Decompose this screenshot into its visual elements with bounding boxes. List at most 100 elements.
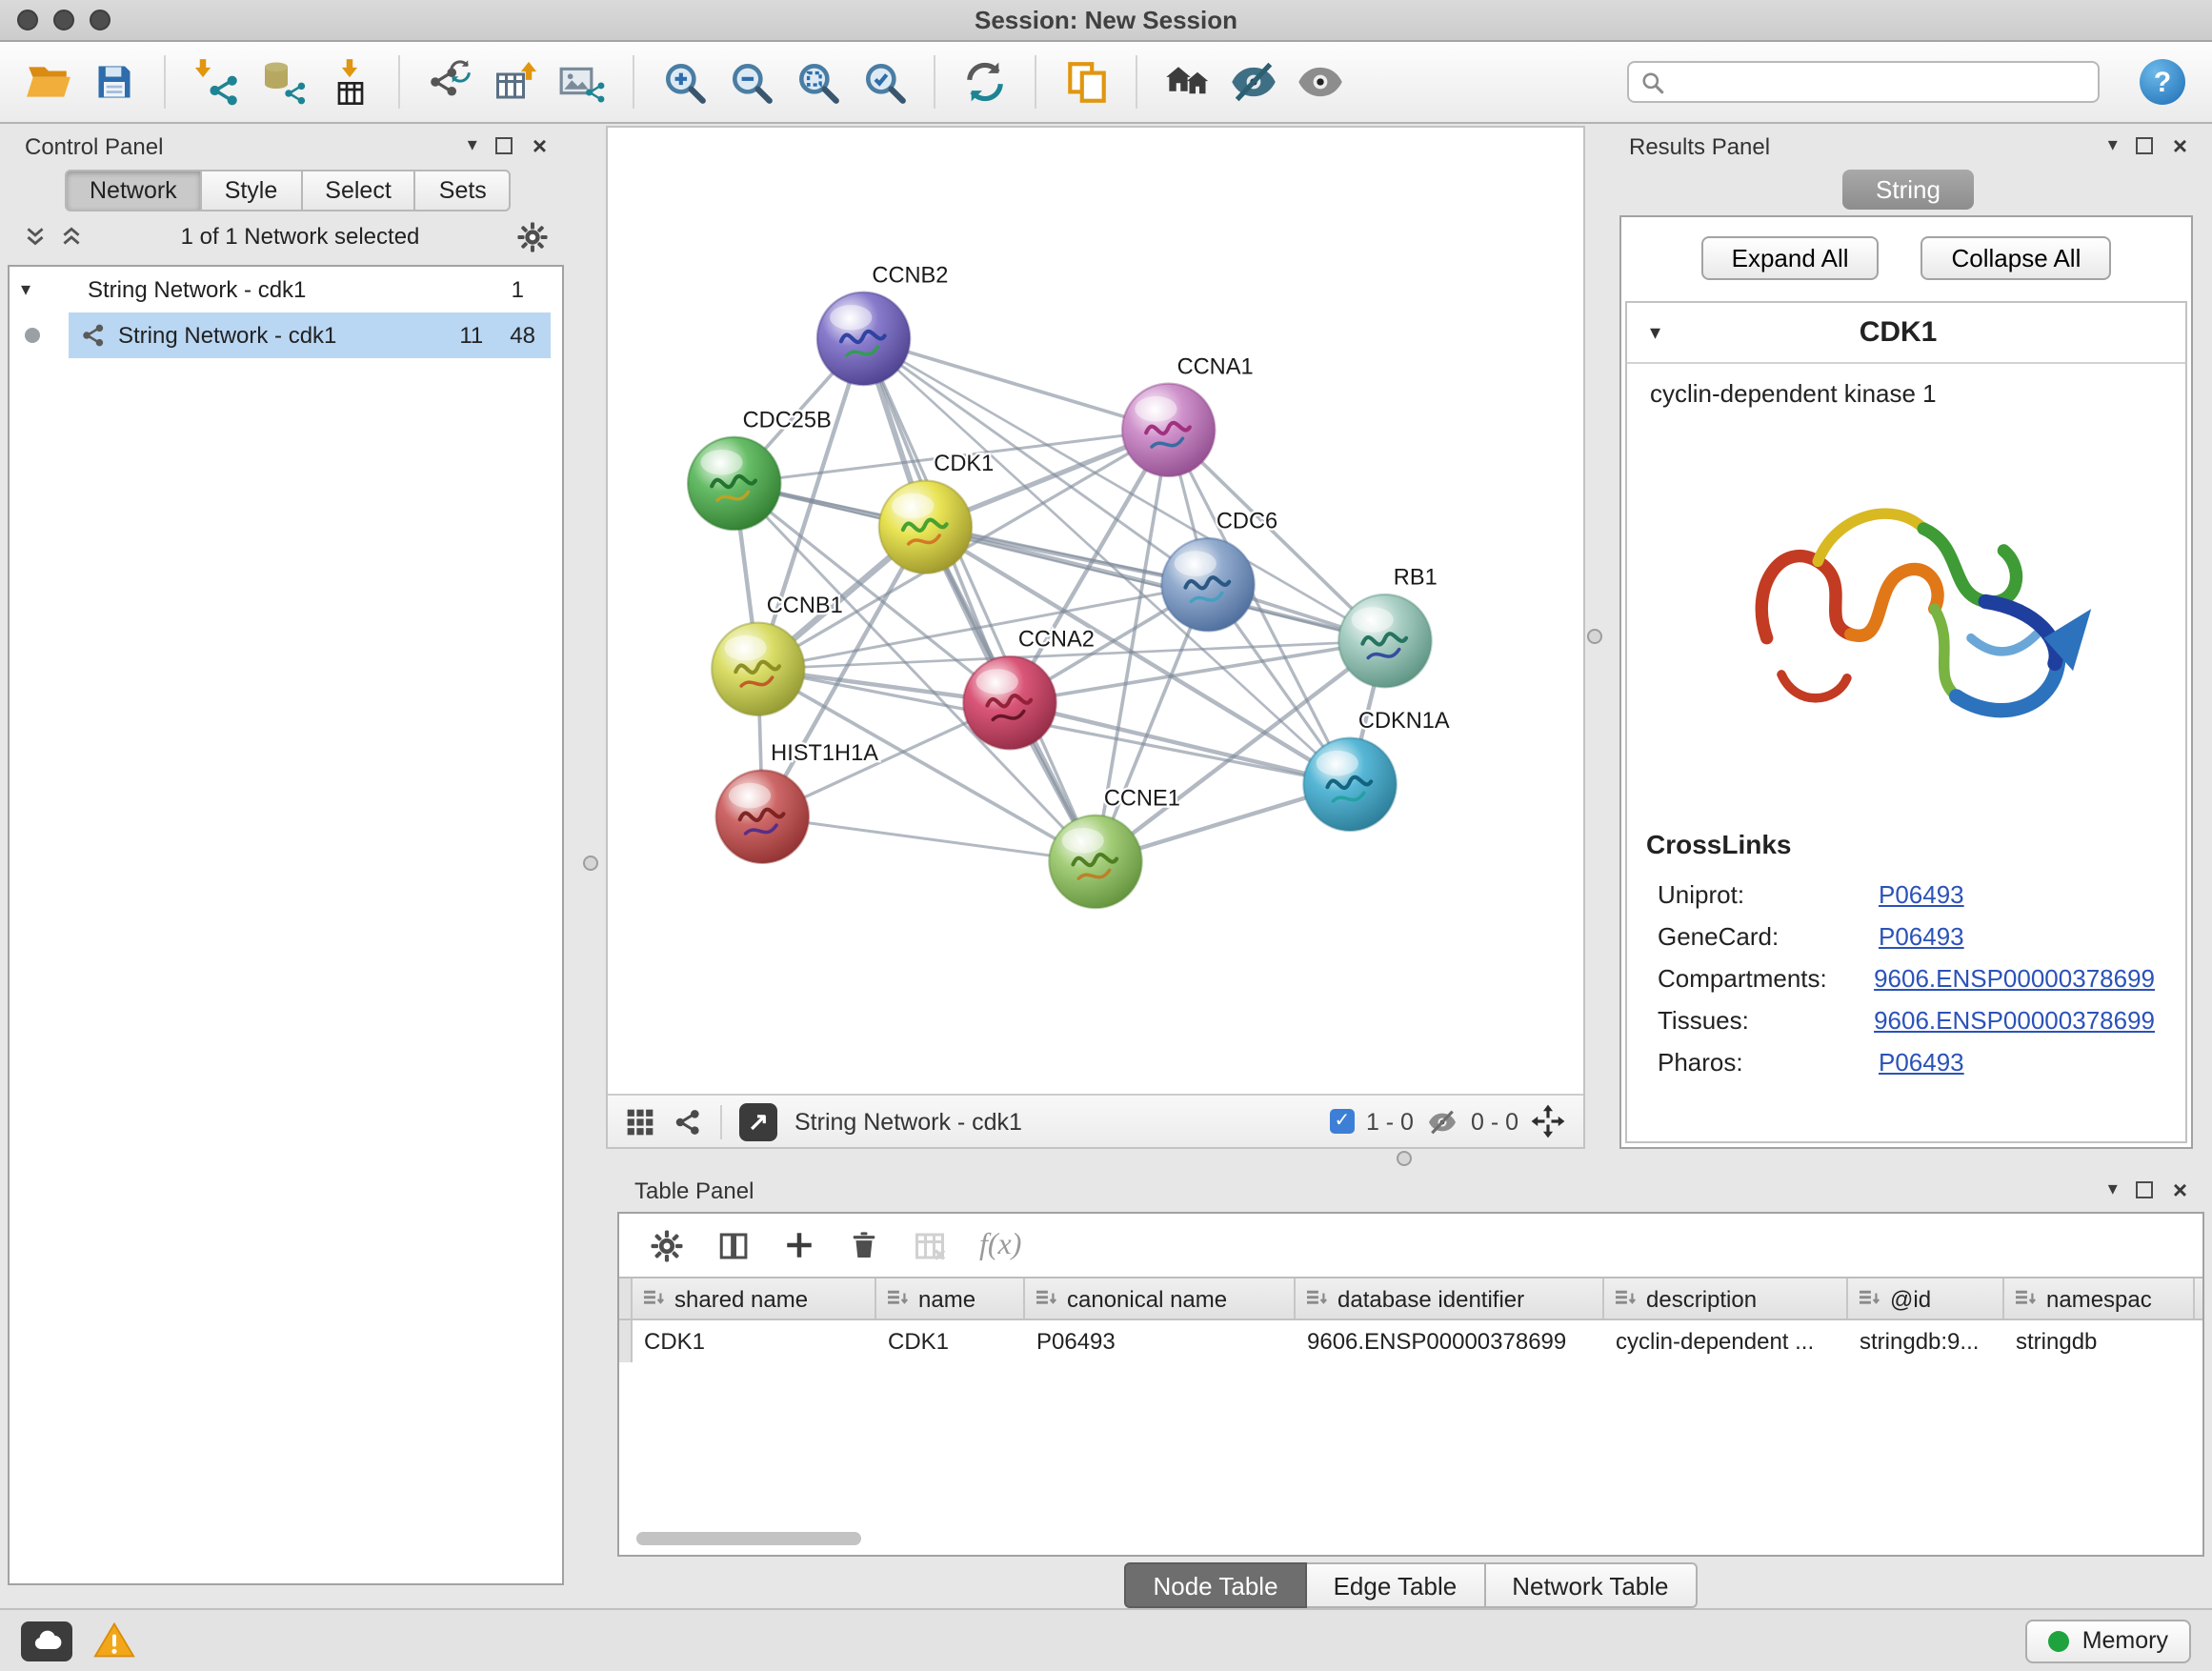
edge-CCNB2-CCNE1[interactable] [864, 338, 1096, 861]
node-CDK1[interactable]: CDK1 [879, 452, 995, 574]
network-options-gear-icon[interactable] [516, 220, 549, 252]
node-RB1[interactable]: RB1 [1338, 566, 1437, 688]
hidden-eye-slash-icon[interactable] [1425, 1106, 1459, 1137]
tab-style[interactable]: Style [202, 170, 303, 211]
collapse-all-icon[interactable] [23, 224, 48, 249]
tab-string[interactable]: String [1841, 170, 1975, 210]
float-panel-icon[interactable] [496, 137, 513, 154]
node-HIST1H1A[interactable]: HIST1H1A [716, 741, 879, 863]
edge-CCNB2-CCNA1[interactable] [864, 338, 1169, 430]
zoom-fit-button[interactable] [789, 53, 846, 111]
refresh-layout-button[interactable] [956, 53, 1014, 111]
close-window-button[interactable] [17, 10, 38, 30]
detach-view-icon[interactable]: ↗ [739, 1102, 777, 1140]
tab-network[interactable]: Network [65, 170, 202, 211]
crosslink-link[interactable]: P06493 [1879, 879, 1964, 908]
expand-all-button[interactable]: Expand All [1701, 236, 1880, 280]
panel-menu-icon[interactable]: ▾ [2108, 136, 2118, 155]
tab-sets[interactable]: Sets [416, 170, 512, 211]
crosslink-link[interactable]: 9606.ENSP00000378699 [1874, 1005, 2155, 1034]
column-header-description[interactable]: description [1604, 1278, 1848, 1319]
table-cell[interactable]: stringdb [2004, 1320, 2195, 1362]
float-panel-icon[interactable] [2137, 137, 2154, 154]
float-panel-icon[interactable] [2137, 1181, 2154, 1198]
section-collapse-icon[interactable]: ▾ [1650, 320, 1660, 345]
export-network-image-button[interactable] [554, 53, 612, 111]
column-header-database-identifier[interactable]: database identifier [1296, 1278, 1604, 1319]
table-cell[interactable]: stringdb:9... [1848, 1320, 2004, 1362]
copy-paste-button[interactable] [1057, 53, 1115, 111]
crosslink-link[interactable]: P06493 [1879, 921, 1964, 950]
column-header-shared-name[interactable]: shared name [633, 1278, 876, 1319]
table-cell[interactable]: 9606.ENSP00000378699 [1296, 1320, 1604, 1362]
node-CCNA1[interactable]: CCNA1 [1122, 354, 1254, 476]
import-network-file-button[interactable] [187, 53, 244, 111]
table-cell[interactable]: CDK1 [633, 1320, 876, 1362]
warning-icon[interactable] [93, 1620, 135, 1661]
tab-network-table[interactable]: Network Table [1485, 1562, 1697, 1608]
table-cell[interactable]: cyclin-dependent ... [1604, 1320, 1848, 1362]
import-table-file-button[interactable] [320, 53, 377, 111]
column-header--id[interactable]: @id [1848, 1278, 2004, 1319]
import-network-database-button[interactable] [253, 53, 311, 111]
panel-menu-icon[interactable]: ▾ [2108, 1180, 2118, 1199]
panel-menu-icon[interactable]: ▾ [468, 136, 477, 155]
tab-select[interactable]: Select [302, 170, 416, 211]
delete-column-icon[interactable] [848, 1229, 880, 1261]
expand-all-icon[interactable] [59, 224, 84, 249]
node-CCNB2[interactable]: CCNB2 [817, 263, 949, 385]
add-column-icon[interactable] [783, 1229, 815, 1261]
column-header-name[interactable]: name [876, 1278, 1025, 1319]
zoom-window-button[interactable] [90, 10, 111, 30]
table-cell[interactable]: CDK1 [876, 1320, 1025, 1362]
tab-node-table[interactable]: Node Table [1124, 1562, 1306, 1608]
minimize-window-button[interactable] [53, 10, 74, 30]
node-CDC6[interactable]: CDC6 [1161, 510, 1277, 632]
zoom-selected-button[interactable] [855, 53, 913, 111]
zoom-in-button[interactable] [655, 53, 713, 111]
open-session-button[interactable] [19, 53, 76, 111]
node-CDKN1A[interactable]: CDKN1A [1303, 709, 1450, 831]
network-row-selected[interactable]: String Network - cdk1 11 48 [10, 312, 562, 358]
table-cell[interactable]: P06493 [1025, 1320, 1296, 1362]
cloud-button[interactable] [21, 1621, 72, 1661]
graphics-details-icon[interactable] [673, 1106, 703, 1137]
birds-eye-view-icon[interactable] [625, 1106, 655, 1137]
search-input[interactable] [1675, 69, 2086, 95]
new-table-from-network-button[interactable] [488, 53, 545, 111]
table-horizontal-scrollbar[interactable] [636, 1532, 861, 1545]
pan-move-icon[interactable] [1530, 1103, 1566, 1139]
splitter-handle-left[interactable] [583, 856, 598, 871]
show-columns-icon[interactable] [716, 1228, 751, 1262]
gene-section-header[interactable]: ▾ CDK1 [1627, 303, 2185, 364]
string-network-graph[interactable]: CCNB2CCNA1CDC25BCDK1CDC6RB1CCNB1CCNA2CDK… [608, 128, 1583, 1094]
column-header-namespac[interactable]: namespac [2004, 1278, 2195, 1319]
node-CCNB1[interactable]: CCNB1 [712, 594, 843, 715]
collapse-all-button[interactable]: Collapse All [1921, 236, 2112, 280]
crosslink-link[interactable]: P06493 [1879, 1047, 1964, 1076]
close-panel-icon[interactable]: × [2173, 133, 2187, 158]
new-network-button[interactable] [421, 53, 478, 111]
close-panel-icon[interactable]: × [2173, 1178, 2187, 1202]
save-session-button[interactable] [86, 53, 143, 111]
search-box[interactable] [1627, 61, 2100, 103]
zoom-out-button[interactable] [722, 53, 779, 111]
crosslink-link[interactable]: 9606.ENSP00000378699 [1874, 963, 2155, 992]
tree-expand-icon[interactable]: ▾ [21, 279, 44, 300]
selected-nodes-checkbox-icon[interactable]: ✓ [1330, 1109, 1355, 1134]
help-button[interactable]: ? [2140, 59, 2185, 105]
home-button[interactable] [1158, 53, 1216, 111]
memory-button[interactable]: Memory [2025, 1619, 2191, 1662]
table-row[interactable]: CDK1CDK1P064939606.ENSP00000378699cyclin… [619, 1320, 2202, 1362]
network-collection-row[interactable]: ▾ String Network - cdk1 1 [10, 267, 562, 312]
splitter-handle-right[interactable] [1587, 629, 1602, 644]
table-settings-gear-icon[interactable] [650, 1228, 684, 1262]
hide-selection-button[interactable] [1225, 53, 1282, 111]
network-canvas[interactable]: CCNB2CCNA1CDC25BCDK1CDC6RB1CCNB1CCNA2CDK… [608, 128, 1583, 1094]
edge-HIST1H1A-CCNE1[interactable] [762, 816, 1096, 861]
splitter-handle-bottom[interactable] [1397, 1151, 1412, 1166]
close-panel-icon[interactable]: × [533, 133, 547, 158]
column-header-canonical-name[interactable]: canonical name [1025, 1278, 1296, 1319]
show-all-button[interactable] [1292, 53, 1349, 111]
tab-edge-table[interactable]: Edge Table [1307, 1562, 1486, 1608]
